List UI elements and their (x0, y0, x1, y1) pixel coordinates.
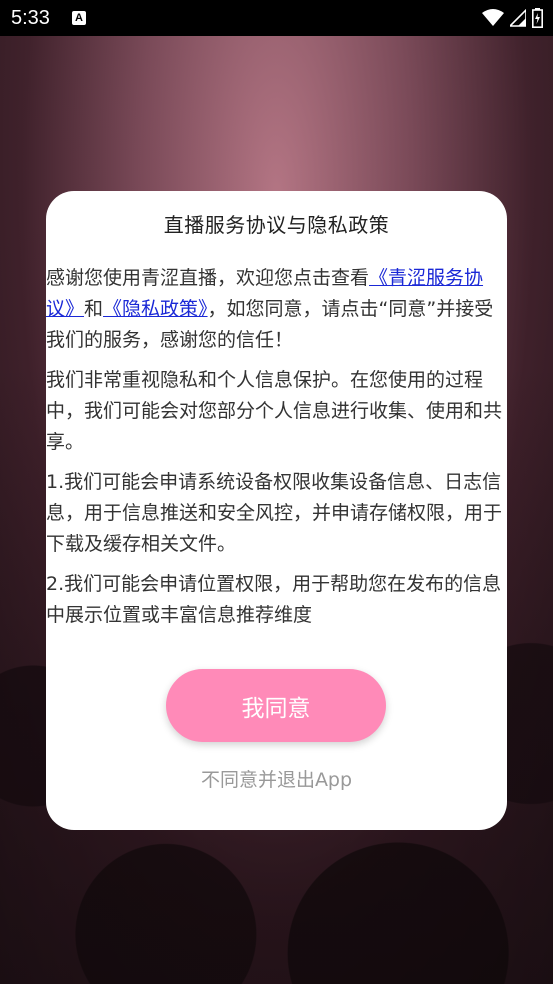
intro-text-1: 感谢您使用青涩直播，欢迎您点击查看 (46, 267, 370, 289)
dialog-content[interactable]: 感谢您使用青涩直播，欢迎您点击查看《青涩服务协议》和《隐私政策》，如您同意，请点… (46, 263, 507, 628)
disagree-exit-link[interactable]: 不同意并退出App (46, 765, 507, 792)
privacy-dialog: 直播服务协议与隐私政策 感谢您使用青涩直播，欢迎您点击查看《青涩服务协议》和《隐… (46, 191, 507, 830)
wifi-icon (482, 9, 504, 26)
privacy-policy-link[interactable]: 《隐私政策》 (103, 298, 208, 320)
status-icons (482, 8, 543, 28)
intro-paragraph: 感谢您使用青涩直播，欢迎您点击查看《青涩服务协议》和《隐私政策》，如您同意，请点… (46, 263, 507, 356)
dialog-title: 直播服务协议与隐私政策 (163, 213, 390, 237)
battery-icon (532, 8, 543, 28)
notification-badge: A (72, 11, 86, 25)
status-time: 5:33 (11, 7, 50, 29)
privacy-paragraph-2: 1.我们可能会申请系统设备权限收集设备信息、日志信息，用于信息推送和安全风控，并… (46, 471, 503, 555)
intro-text-2: 和 (84, 298, 104, 320)
status-bar: 5:33 A (0, 0, 553, 36)
signal-icon (510, 9, 526, 27)
agree-button[interactable]: 我同意 (166, 669, 386, 742)
privacy-paragraph-3: 2.我们可能会申请位置权限，用于帮助您在发布的信息中展示位置或丰富信息推荐维度 (46, 573, 502, 626)
privacy-paragraph-1: 我们非常重视隐私和个人信息保护。在您使用的过程中，我们可能会对您部分个人信息进行… (46, 369, 503, 453)
